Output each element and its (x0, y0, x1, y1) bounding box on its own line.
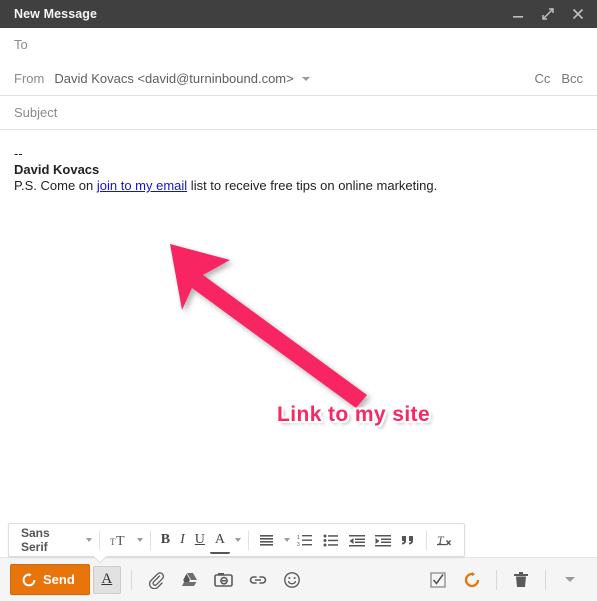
to-field-row[interactable]: To (0, 28, 597, 62)
circular-arrow-icon (22, 572, 36, 586)
bcc-button[interactable]: Bcc (561, 71, 583, 86)
numbered-list-icon[interactable]: 1 3 (292, 527, 318, 553)
italic-icon[interactable]: I (175, 527, 190, 553)
toolbar-divider (98, 530, 100, 550)
text-color-chevron-down-icon[interactable] (235, 538, 242, 542)
tracking-status-button[interactable] (458, 566, 486, 594)
font-family-chevron-down-icon[interactable] (85, 538, 92, 542)
insert-photo-button[interactable] (210, 566, 238, 594)
indent-icon[interactable] (370, 527, 396, 553)
insert-emoji-button[interactable] (278, 566, 306, 594)
link-icon (249, 575, 267, 584)
quote-icon[interactable] (396, 527, 421, 553)
action-divider (130, 569, 132, 590)
toolbar-divider (426, 530, 427, 550)
from-chevron-down-icon[interactable] (301, 76, 310, 81)
underline-icon[interactable]: U (190, 527, 210, 553)
compose-action-bar: Send A (0, 557, 597, 601)
toolbar-pointer (94, 556, 108, 564)
to-label: To (14, 37, 28, 52)
align-chevron-down-icon[interactable] (284, 538, 291, 542)
font-size-icon[interactable]: T T (105, 527, 132, 553)
checkbox-checked-icon (430, 571, 446, 588)
subject-field-row[interactable]: Subject (0, 96, 597, 130)
circular-arrow-icon (464, 571, 480, 587)
format-toolbar-container: Sans Serif T T B I U A 1 3 T (8, 523, 465, 557)
svg-text:T: T (116, 534, 125, 547)
cc-bcc-group: Cc Bcc (534, 71, 583, 86)
trash-icon (514, 571, 528, 587)
underlined-a-icon: A (101, 571, 113, 587)
attach-file-button[interactable] (142, 566, 170, 594)
remove-formatting-icon[interactable]: T (432, 527, 458, 553)
confirm-tracking-button[interactable] (424, 566, 452, 594)
bulleted-list-icon[interactable] (318, 527, 344, 553)
ps-text-after: list to receive free tips on online mark… (187, 178, 438, 193)
from-label: From (14, 71, 45, 86)
action-divider (496, 569, 497, 590)
signature-dashes: -- (14, 146, 23, 161)
action-divider (545, 569, 546, 590)
more-options-button[interactable] (556, 566, 584, 594)
paperclip-icon (148, 571, 164, 589)
compose-window: New Message To From David Kovacs <david@… (0, 0, 597, 601)
action-bar-right-group (421, 566, 587, 594)
expand-icon[interactable] (541, 7, 555, 21)
send-button[interactable]: Send (10, 564, 90, 595)
from-field-row: From David Kovacs <david@turninbound.com… (0, 62, 597, 96)
message-body[interactable]: -- David Kovacs P.S. Come on join to my … (0, 130, 597, 557)
body-signature: -- David Kovacs P.S. Come on join to my … (14, 146, 583, 194)
camera-icon (213, 572, 233, 587)
close-icon[interactable] (571, 7, 585, 21)
body-hyperlink[interactable]: join to my email (97, 178, 187, 193)
discard-draft-button[interactable] (507, 566, 535, 594)
format-toolbar: Sans Serif T T B I U A 1 3 T (8, 523, 465, 557)
compose-titlebar: New Message (0, 0, 597, 28)
outdent-icon[interactable] (344, 527, 370, 553)
from-value[interactable]: David Kovacs <david@turninbound.com> (54, 71, 293, 86)
google-drive-icon (181, 572, 197, 586)
send-button-label: Send (43, 572, 75, 587)
cc-button[interactable]: Cc (534, 71, 550, 86)
minimize-icon[interactable] (511, 7, 525, 21)
chevron-down-icon (565, 577, 575, 582)
compose-title: New Message (14, 7, 98, 21)
text-color-icon[interactable]: A (209, 526, 231, 554)
formatting-options-button[interactable]: A (92, 565, 121, 594)
insert-link-button[interactable] (244, 566, 272, 594)
emoji-icon (283, 571, 300, 588)
align-icon[interactable] (254, 527, 279, 553)
font-family-selector[interactable]: Sans Serif (15, 526, 81, 554)
window-controls (511, 7, 585, 21)
font-size-chevron-down-icon[interactable] (136, 538, 143, 542)
svg-text:3: 3 (297, 542, 300, 547)
subject-label: Subject (14, 105, 58, 120)
ps-text-before: P.S. Come on (14, 178, 97, 193)
toolbar-divider (149, 530, 151, 550)
insert-drive-button[interactable] (176, 566, 204, 594)
annotation-label: Link to my site (277, 403, 431, 426)
svg-text:1: 1 (297, 535, 300, 541)
signature-ps-line: P.S. Come on join to my email list to re… (14, 178, 583, 194)
signature-name: David Kovacs (14, 162, 100, 177)
bold-icon[interactable]: B (156, 527, 175, 553)
toolbar-divider (248, 530, 250, 550)
